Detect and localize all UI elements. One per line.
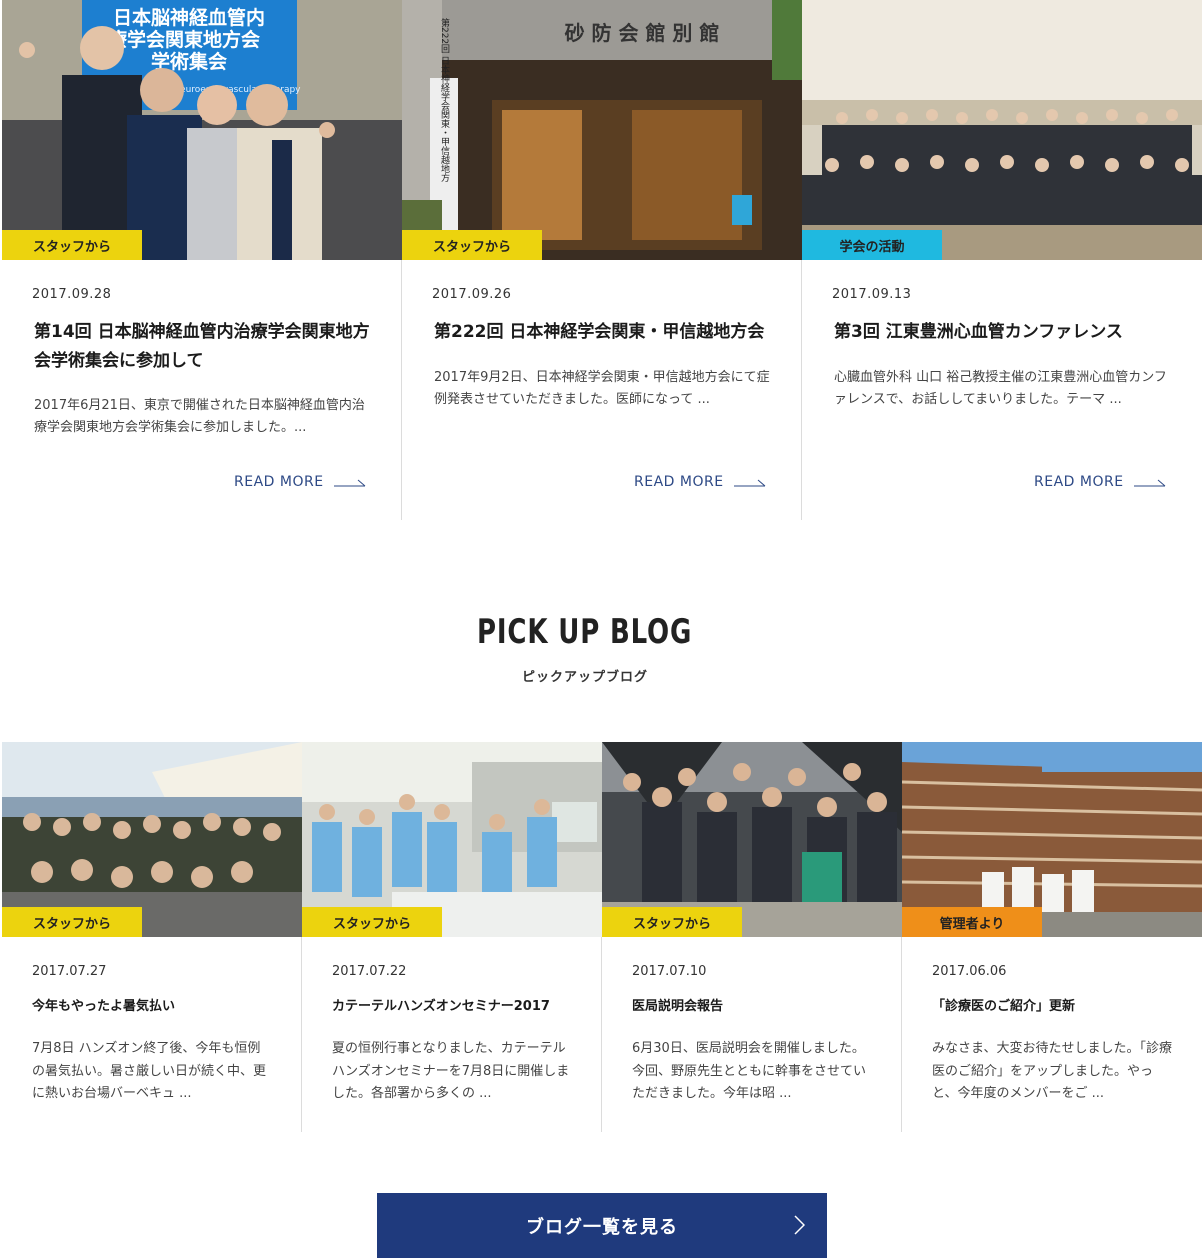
blog-image-hands-on-seminar[interactable]: スタッフから [302, 742, 602, 937]
read-more-link[interactable]: READ MORE [634, 474, 766, 490]
blog-image-info-session[interactable]: スタッフから [602, 742, 902, 937]
article-image-staff-photo[interactable]: 日本脳神経血管内 療学会関東地方会 学術集会 The 14th ... for … [2, 0, 402, 260]
arrow-right-icon [733, 478, 766, 487]
article-card[interactable]: 学会の活動 2017.09.13 第3回 江東豊洲心血管カンファレンス 心臓血管… [802, 0, 1202, 520]
article-title[interactable]: 第14回 日本脳神経血管内治療学会関東地方会学術集会に参加して [34, 318, 374, 376]
svg-text:砂 防 会 館 別 館: 砂 防 会 館 別 館 [565, 21, 720, 45]
article-image-building-entrance[interactable]: 砂 防 会 館 別 館 第222回 日本神経学会関東・甲信越地方 スタッフから [402, 0, 802, 260]
blog-title[interactable]: カテーテルハンズオンセミナー2017 [332, 995, 550, 1014]
blog-list-button[interactable]: ブログ一覧を見る [377, 1193, 827, 1258]
article-date: 2017.09.28 [32, 287, 112, 302]
article-grid: 日本脳神経血管内 療学会関東地方会 学術集会 The 14th ... for … [2, 0, 1202, 520]
article-excerpt: 2017年6月21日、東京で開催された日本脳神経血管内治療学会関東地方会学術集会… [34, 398, 365, 435]
blog-excerpt: 7月8日 ハンズオン終了後、今年も恒例の暑気払い。暑さ厳しい日が続く中、更に熱い… [32, 1041, 267, 1101]
arrow-right-icon [1133, 478, 1166, 487]
pickup-heading: PICK UP BLOG ピックアップブログ [0, 612, 1170, 685]
category-badge: スタッフから [2, 907, 142, 937]
blog-title[interactable]: 今年もやったよ暑気払い [32, 995, 175, 1014]
article-image-group-photo[interactable]: 学会の活動 [802, 0, 1202, 260]
article-card[interactable]: 砂 防 会 館 別 館 第222回 日本神経学会関東・甲信越地方 スタッフから … [402, 0, 802, 520]
blog-date: 2017.06.06 [932, 964, 1007, 979]
blog-date: 2017.07.22 [332, 964, 407, 979]
blog-list-button-label: ブログ一覧を見る [526, 1216, 678, 1238]
blog-card[interactable]: 管理者より 2017.06.06 「診療医のご紹介」更新 みなさま、大変お待たせ… [902, 742, 1202, 1132]
article-date: 2017.09.26 [432, 287, 512, 302]
article-date: 2017.09.13 [832, 287, 912, 302]
category-badge: スタッフから [602, 907, 742, 937]
arrow-right-icon [333, 478, 366, 487]
read-more-link[interactable]: READ MORE [234, 474, 366, 490]
article-title[interactable]: 第222回 日本神経学会関東・甲信越地方会 [434, 318, 774, 347]
category-badge: スタッフから [402, 230, 542, 260]
article-title[interactable]: 第3回 江東豊洲心血管カンファレンス [834, 318, 1174, 347]
blog-date: 2017.07.27 [32, 964, 107, 979]
blog-card[interactable]: スタッフから 2017.07.22 カテーテルハンズオンセミナー2017 夏の恒… [302, 742, 602, 1132]
chevron-right-icon [793, 1215, 806, 1240]
read-more-label: READ MORE [234, 474, 324, 490]
read-more-label: READ MORE [634, 474, 724, 490]
section-subtitle: ピックアップブログ [521, 670, 648, 685]
blog-date: 2017.07.10 [632, 964, 707, 979]
category-badge: 管理者より [902, 907, 1042, 937]
blog-grid: スタッフから 2017.07.27 今年もやったよ暑気払い 7月8日 ハンズオン… [2, 742, 1202, 1132]
category-badge: スタッフから [2, 230, 142, 260]
category-badge: スタッフから [302, 907, 442, 937]
svg-text:日本脳神経血管内: 日本脳神経血管内 [113, 6, 265, 29]
article-excerpt: 心臓血管外科 山口 裕己教授主催の江東豊洲心血管カンファレンスで、お話ししてまい… [834, 370, 1167, 407]
svg-text:第222回 日本神経学会関東・甲信越地方: 第222回 日本神経学会関東・甲信越地方 [439, 17, 450, 183]
category-badge: 学会の活動 [802, 230, 942, 260]
section-title: PICK UP BLOG [477, 612, 693, 652]
blog-card[interactable]: スタッフから 2017.07.10 医局説明会報告 6月30日、医局説明会を開催… [602, 742, 902, 1132]
blog-image-bbq[interactable]: スタッフから [2, 742, 302, 937]
blog-title[interactable]: 「診療医のご紹介」更新 [932, 995, 1075, 1014]
blog-excerpt: 6月30日、医局説明会を開催しました。今回、野原先生とともに幹事をさせていただき… [632, 1041, 867, 1101]
article-card[interactable]: 日本脳神経血管内 療学会関東地方会 学術集会 The 14th ... for … [2, 0, 402, 520]
blog-title[interactable]: 医局説明会報告 [632, 995, 723, 1014]
article-excerpt: 2017年9月2日、日本神経学会関東・甲信越地方会にて症例発表させていただきまし… [434, 370, 770, 407]
blog-excerpt: みなさま、大変お待たせしました。「診療医のご紹介」をアップしました。やっと、今年… [932, 1041, 1172, 1101]
read-more-label: READ MORE [1034, 474, 1124, 490]
blog-image-hospital-building[interactable]: 管理者より [902, 742, 1202, 937]
svg-text:療学会関東地方会: 療学会関東地方会 [108, 28, 260, 51]
blog-excerpt: 夏の恒例行事となりました、カテーテルハンズオンセミナーを7月8日に開催しました。… [332, 1041, 570, 1101]
blog-card[interactable]: スタッフから 2017.07.27 今年もやったよ暑気払い 7月8日 ハンズオン… [2, 742, 302, 1132]
read-more-link[interactable]: READ MORE [1034, 474, 1166, 490]
